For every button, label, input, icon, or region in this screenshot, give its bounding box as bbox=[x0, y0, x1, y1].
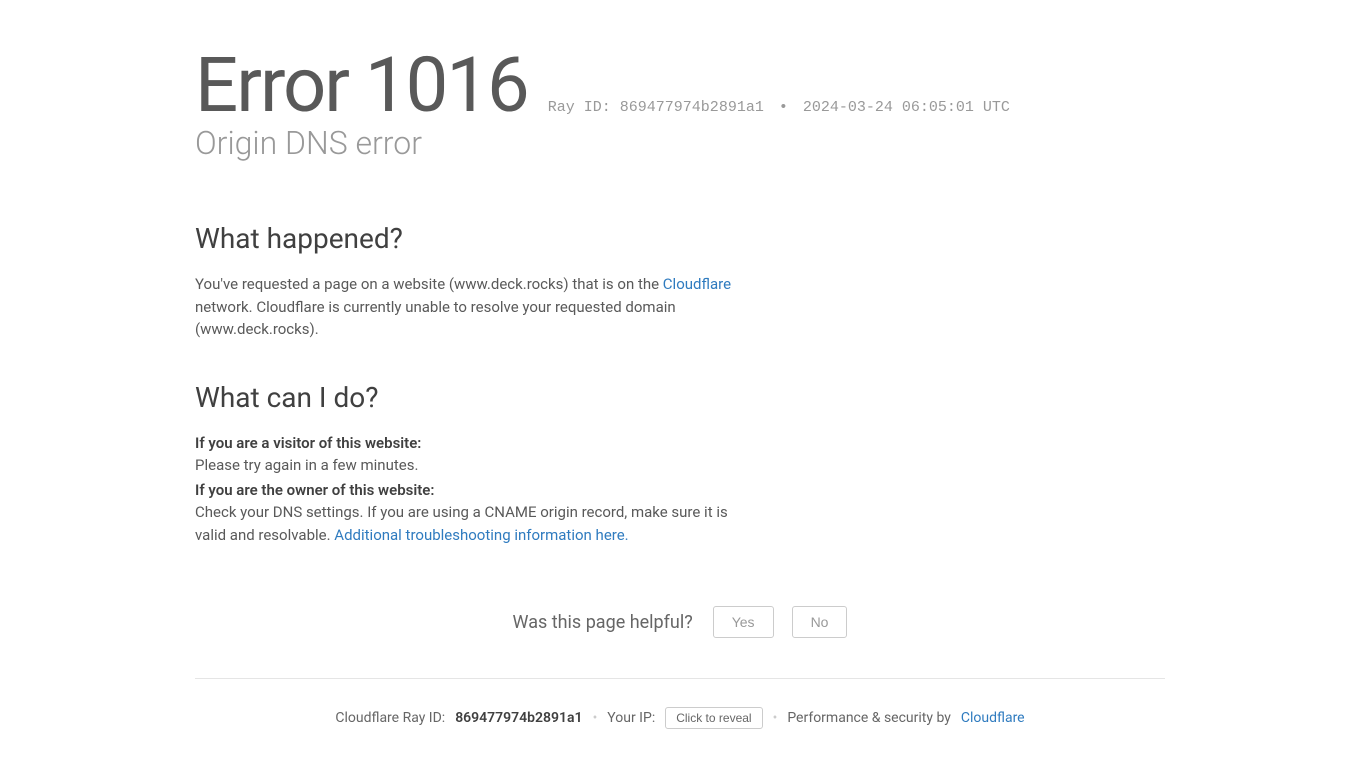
footer-divider bbox=[195, 678, 1165, 679]
footer-cloudflare-link[interactable]: Cloudflare bbox=[961, 710, 1025, 726]
owner-text: Check your DNS settings. If you are usin… bbox=[195, 501, 755, 546]
footer-sep-2: • bbox=[773, 710, 778, 726]
ray-id-line: Ray ID: 869477974b2891a1 • 2024-03-24 06… bbox=[548, 99, 1010, 116]
error-code-heading: Error 1016 bbox=[195, 40, 528, 130]
owner-bold-line: If you are the owner of this website: bbox=[195, 479, 755, 502]
no-button[interactable]: No bbox=[792, 606, 848, 638]
what-happened-text: You've requested a page on a website (ww… bbox=[195, 273, 755, 341]
ray-id-label: Ray ID: bbox=[548, 99, 611, 116]
helpful-question: Was this page helpful? bbox=[513, 612, 693, 633]
what-happened-heading: What happened? bbox=[195, 222, 755, 255]
what-can-i-do-heading: What can I do? bbox=[195, 381, 755, 414]
ray-id-value: 869477974b2891a1 bbox=[620, 99, 764, 116]
visitor-text: Please try again in a few minutes. bbox=[195, 454, 755, 477]
cloudflare-link[interactable]: Cloudflare bbox=[663, 275, 731, 293]
footer-ip-label: Your IP: bbox=[607, 710, 655, 726]
footer-ray-label: Cloudflare Ray ID: bbox=[335, 710, 445, 726]
click-to-reveal-button[interactable]: Click to reveal bbox=[665, 707, 762, 729]
error-subtitle: Origin DNS error bbox=[195, 124, 1165, 162]
troubleshooting-link[interactable]: Additional troubleshooting information h… bbox=[334, 526, 628, 544]
what-happened-text-before: You've requested a page on a website (ww… bbox=[195, 275, 663, 293]
what-happened-text-after: network. Cloudflare is currently unable … bbox=[195, 298, 676, 339]
footer-ray-value: 869477974b2891a1 bbox=[455, 710, 582, 726]
bullet-separator: • bbox=[779, 99, 788, 116]
yes-button[interactable]: Yes bbox=[713, 606, 774, 638]
footer: Cloudflare Ray ID: 869477974b2891a1 • Yo… bbox=[195, 707, 1165, 729]
footer-perf-label: Performance & security by bbox=[787, 710, 951, 726]
footer-sep-1: • bbox=[593, 710, 598, 726]
timestamp: 2024-03-24 06:05:01 UTC bbox=[803, 99, 1010, 116]
visitor-bold-line: If you are a visitor of this website: bbox=[195, 432, 755, 455]
